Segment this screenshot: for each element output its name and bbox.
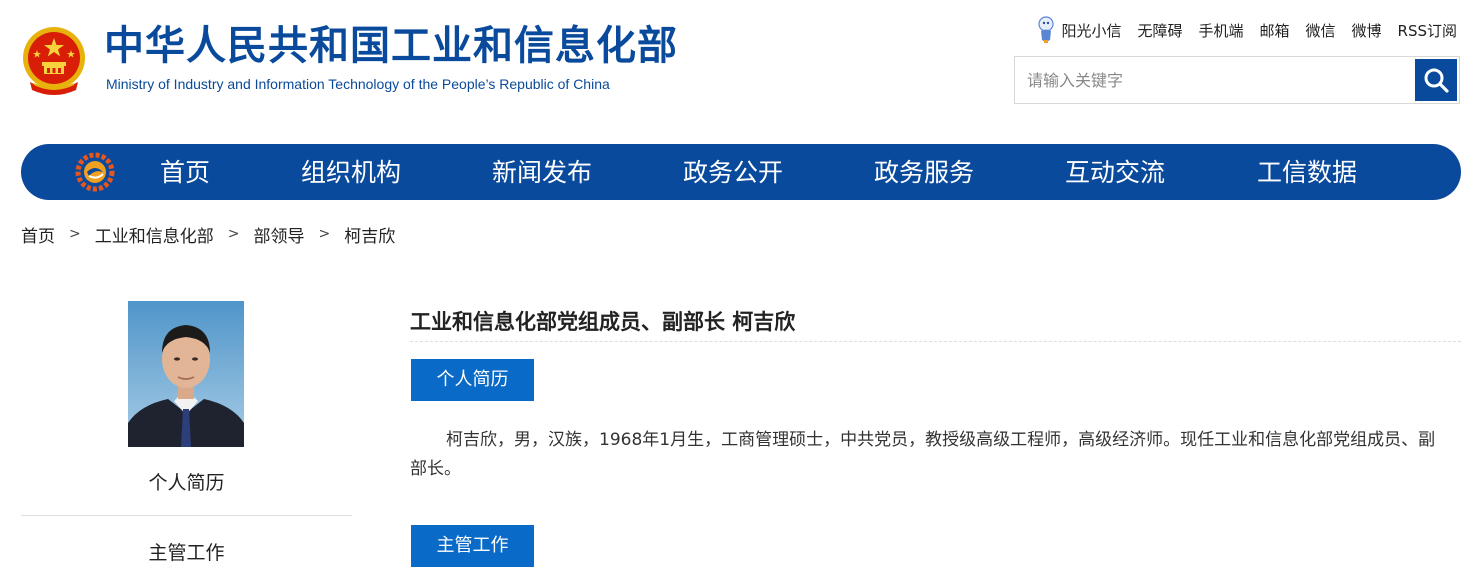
top-link-mail[interactable]: 邮箱 xyxy=(1259,20,1289,41)
search-button[interactable] xyxy=(1415,59,1457,101)
breadcrumb: 首页 > 工业和信息化部 > 部领导 > 柯吉欣 xyxy=(21,222,396,247)
nav-item-organization[interactable]: 组织机构 xyxy=(301,144,401,200)
nav-item-services[interactable]: 政务服务 xyxy=(874,144,974,200)
top-link-wechat[interactable]: 微信 xyxy=(1306,20,1336,41)
section-label-resume: 个人简历 xyxy=(411,359,534,401)
site-title[interactable]: 中华人民共和国工业和信息化部 xyxy=(104,22,678,70)
breadcrumb-separator: > xyxy=(69,226,81,242)
search-input[interactable] xyxy=(1015,57,1415,103)
top-links: 阳光小信 无障碍 手机端 邮箱 微信 微博 RSS订阅 xyxy=(1037,16,1457,44)
title-divider xyxy=(410,341,1461,342)
nav-item-interaction[interactable]: 互动交流 xyxy=(1065,144,1165,200)
site-header: 中华人民共和国工业和信息化部 Ministry of Industry and … xyxy=(0,0,1473,130)
top-link-weibo[interactable]: 微博 xyxy=(1352,20,1382,41)
breadcrumb-separator: > xyxy=(227,226,240,242)
top-link-sunshine[interactable]: 阳光小信 xyxy=(1037,16,1121,44)
bio-text: 柯吉欣，男，汉族，1968年1月生，工商管理硕士，中共党员，教授级高级工程师，高… xyxy=(410,430,1436,479)
breadcrumb-leaders[interactable]: 部领导 xyxy=(253,222,304,247)
main-nav: 首页 组织机构 新闻发布 政务公开 政务服务 互动交流 工信数据 xyxy=(21,144,1461,200)
breadcrumb-ministry[interactable]: 工业和信息化部 xyxy=(95,222,214,247)
section-label-responsibilities: 主管工作 xyxy=(411,525,534,567)
breadcrumb-home[interactable]: 首页 xyxy=(21,222,55,247)
nav-item-government-affairs[interactable]: 政务公开 xyxy=(683,144,783,200)
top-link-label: 阳光小信 xyxy=(1061,21,1122,40)
sidebar-item-resume[interactable]: 个人简历 xyxy=(21,468,352,516)
nav-item-news[interactable]: 新闻发布 xyxy=(492,144,592,200)
top-link-mobile[interactable]: 手机端 xyxy=(1198,20,1243,41)
national-emblem-icon[interactable] xyxy=(20,24,88,96)
top-link-rss[interactable]: RSS订阅 xyxy=(1398,20,1457,41)
nav-item-home[interactable]: 首页 xyxy=(160,144,210,200)
breadcrumb-separator: > xyxy=(318,226,331,242)
search-icon xyxy=(1424,68,1449,93)
breadcrumb-current: 柯吉欣 xyxy=(344,226,396,247)
page-title: 工业和信息化部党组成员、副部长 柯吉欣 xyxy=(410,310,796,334)
sunshine-xiaoxin-icon xyxy=(1038,16,1055,43)
top-link-accessibility[interactable]: 无障碍 xyxy=(1137,20,1182,41)
nav-item-data[interactable]: 工信数据 xyxy=(1257,144,1357,200)
site-subtitle: Ministry of Industry and Information Tec… xyxy=(106,76,610,92)
portrait-photo xyxy=(128,301,244,447)
search-box xyxy=(1014,56,1460,104)
sidebar-item-responsibilities[interactable]: 主管工作 xyxy=(21,538,352,565)
